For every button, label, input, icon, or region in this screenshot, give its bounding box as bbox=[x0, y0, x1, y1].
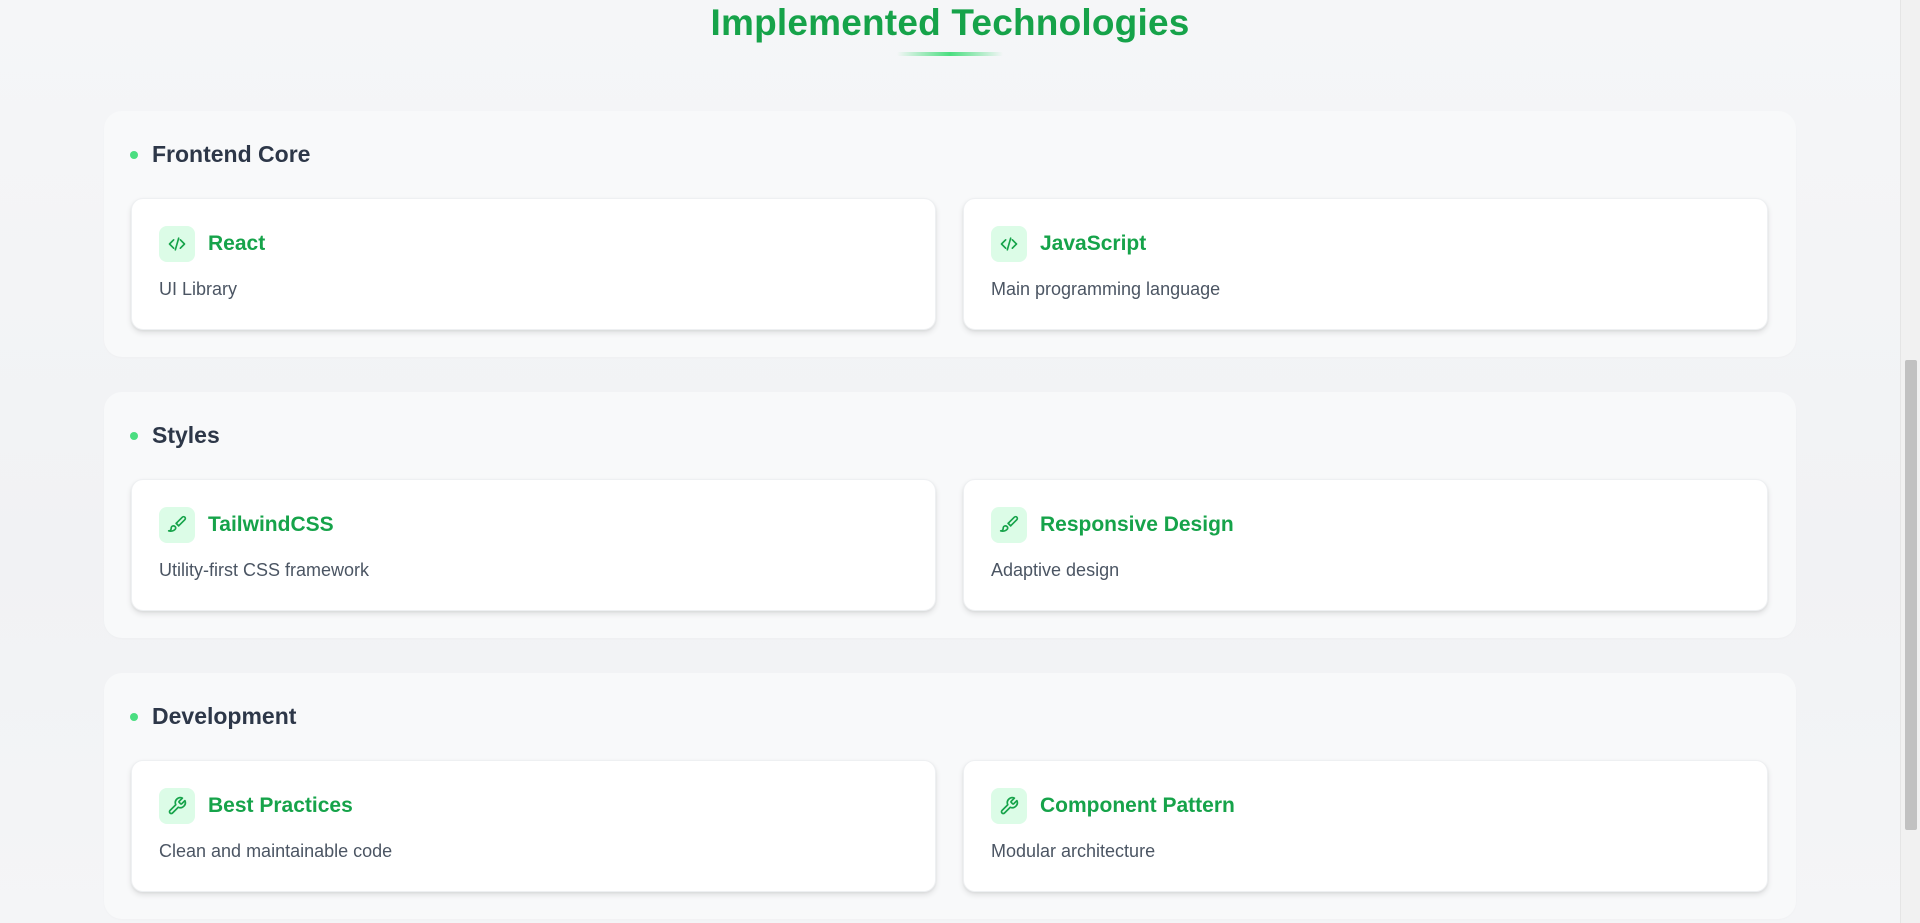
section-header: Development bbox=[130, 703, 296, 730]
tech-card-responsive-design: Responsive Design Adaptive design bbox=[963, 479, 1768, 611]
card-title: JavaScript bbox=[1040, 232, 1147, 255]
vertical-scrollbar[interactable] bbox=[1900, 0, 1920, 923]
card-description: UI Library bbox=[159, 279, 238, 299]
card-description: Utility-first CSS framework bbox=[159, 560, 370, 580]
section-styles: Styles TailwindCSS Utility-first CSS fra… bbox=[104, 392, 1796, 638]
code-icon bbox=[159, 226, 195, 262]
card-description: Adaptive design bbox=[991, 560, 1120, 580]
tech-card-tailwindcss: TailwindCSS Utility-first CSS framework bbox=[131, 479, 936, 611]
wrench-icon bbox=[159, 788, 195, 824]
section-frontend-core: Frontend Core React UI Library JavaScrip… bbox=[104, 111, 1796, 357]
section-title: Development bbox=[152, 703, 297, 729]
wrench-icon bbox=[991, 788, 1027, 824]
card-description: Clean and maintainable code bbox=[159, 841, 393, 861]
tech-card-javascript: JavaScript Main programming language bbox=[963, 198, 1768, 330]
tech-card-best-practices: Best Practices Clean and maintainable co… bbox=[131, 760, 936, 892]
tech-card-react: React UI Library bbox=[131, 198, 936, 330]
card-description: Modular architecture bbox=[991, 841, 1156, 861]
section-header: Styles bbox=[130, 422, 220, 449]
paintbrush-icon bbox=[159, 507, 195, 543]
section-title: Styles bbox=[152, 422, 220, 448]
card-title: Responsive Design bbox=[1040, 513, 1234, 536]
code-icon bbox=[991, 226, 1027, 262]
section-bullet-dot bbox=[130, 431, 138, 440]
section-title: Frontend Core bbox=[152, 141, 311, 167]
page-title: Implemented Technologies bbox=[710, 2, 1190, 43]
section-development: Development Best Practices Clean and mai… bbox=[104, 673, 1796, 919]
title-underline bbox=[897, 52, 1003, 56]
card-title: TailwindCSS bbox=[208, 513, 334, 536]
section-bullet-dot bbox=[130, 150, 138, 159]
page-viewport: Implemented Technologies Frontend Core R… bbox=[0, 0, 1920, 923]
card-description: Main programming language bbox=[991, 279, 1221, 299]
card-title: Best Practices bbox=[208, 794, 353, 817]
scrollbar-thumb[interactable] bbox=[1905, 360, 1917, 830]
tech-card-component-pattern: Component Pattern Modular architecture bbox=[963, 760, 1768, 892]
card-title: Component Pattern bbox=[1040, 794, 1235, 817]
section-header: Frontend Core bbox=[130, 141, 310, 168]
card-title: React bbox=[208, 232, 266, 255]
section-bullet-dot bbox=[130, 712, 138, 721]
paintbrush-icon bbox=[991, 507, 1027, 543]
